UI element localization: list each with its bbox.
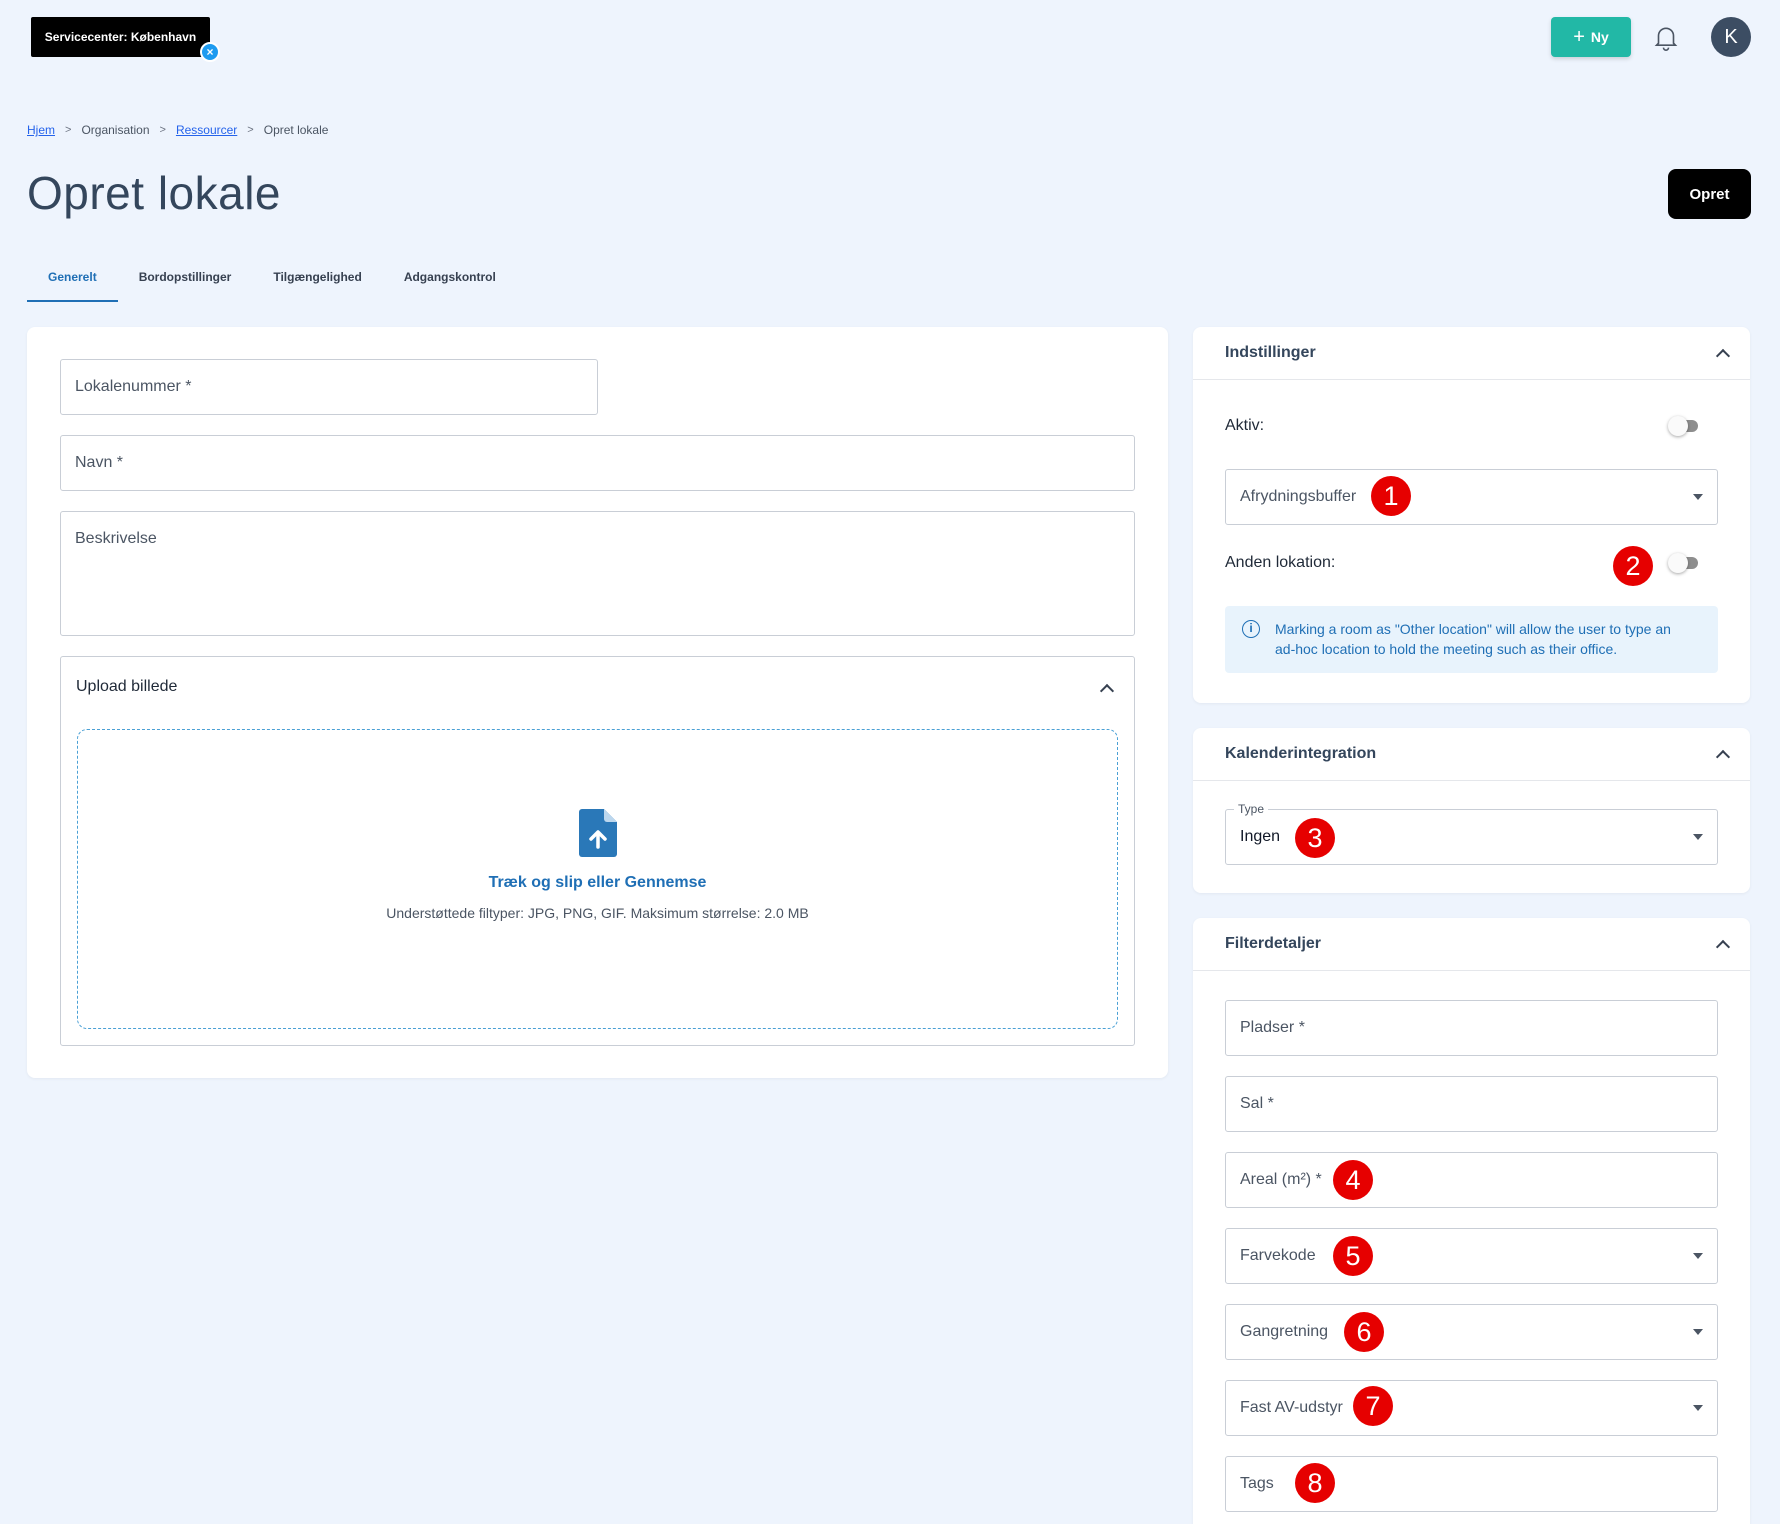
seats-field[interactable]: Pladser * — [1225, 1000, 1718, 1056]
chevron-up-icon[interactable] — [1715, 939, 1731, 955]
tab-bar: Generelt Bordopstillinger Tilgængelighed… — [27, 262, 517, 302]
breadcrumb-home[interactable]: Hjem — [27, 123, 55, 137]
calendar-header[interactable]: Kalenderintegration — [1193, 728, 1750, 781]
marker-badge: 1 — [1371, 476, 1411, 516]
name-field[interactable]: Navn * — [60, 435, 1135, 491]
drop-text[interactable]: Træk og slip eller Gennemse — [27, 874, 1168, 892]
cleanup-buffer-select[interactable]: Afrydningsbuffer — [1225, 469, 1718, 525]
dropdown-arrow-icon — [1693, 1253, 1703, 1259]
marker-badge: 8 — [1295, 1463, 1335, 1503]
info-box: i Marking a room as "Other location" wil… — [1225, 606, 1718, 673]
marker-badge: 7 — [1353, 1386, 1393, 1426]
tab-general[interactable]: Generelt — [27, 262, 118, 302]
upload-title: Upload billede — [76, 678, 178, 695]
create-button[interactable]: Opret — [1668, 169, 1751, 219]
plus-icon: + — [1573, 26, 1585, 48]
breadcrumb: Hjem > Organisation > Ressourcer > Opret… — [27, 123, 328, 137]
info-text: Marking a room as "Other location" will … — [1275, 621, 1671, 657]
new-button-label: Ny — [1590, 29, 1609, 45]
marker-badge: 5 — [1333, 1236, 1373, 1276]
hall-field[interactable]: Sal * — [1225, 1076, 1718, 1132]
breadcrumb-current: Opret lokale — [263, 123, 329, 137]
marker-badge: 2 — [1613, 546, 1653, 586]
new-button[interactable]: + Ny — [1551, 17, 1631, 57]
settings-title: Indstillinger — [1225, 344, 1316, 361]
file-upload-icon — [579, 809, 617, 857]
dropdown-arrow-icon — [1693, 494, 1703, 500]
tab-access-control[interactable]: Adgangskontrol — [383, 262, 517, 302]
dropdown-arrow-icon — [1693, 1405, 1703, 1411]
marker-badge: 3 — [1295, 818, 1335, 858]
drop-subtext: Understøttede filtyper: JPG, PNG, GIF. M… — [386, 905, 809, 921]
chevron-right-icon: > — [247, 124, 254, 136]
close-icon[interactable]: × — [200, 42, 220, 62]
bell-icon[interactable] — [1651, 22, 1681, 52]
chevron-up-icon[interactable] — [1715, 348, 1731, 364]
other-location-label: Anden lokation: — [1225, 554, 1336, 571]
active-label: Aktiv: — [1225, 417, 1265, 434]
marker-badge: 6 — [1344, 1312, 1384, 1352]
filter-title: Filterdetaljer — [1225, 935, 1322, 952]
service-center-chip[interactable]: Servicecenter: København — [31, 17, 210, 57]
walking-direction-select[interactable]: Gangretning — [1225, 1304, 1718, 1360]
color-code-select[interactable]: Farvekode — [1225, 1228, 1718, 1284]
avatar[interactable]: K — [1711, 17, 1751, 57]
info-icon: i — [1242, 620, 1260, 638]
filter-header[interactable]: Filterdetaljer — [1193, 918, 1750, 971]
settings-header[interactable]: Indstillinger — [1193, 327, 1750, 380]
breadcrumb-resources[interactable]: Ressourcer — [176, 123, 237, 137]
dropdown-arrow-icon — [1693, 1329, 1703, 1335]
room-number-field[interactable]: Lokalenummer * — [60, 359, 598, 415]
marker-badge: 4 — [1333, 1160, 1373, 1200]
description-field[interactable]: Beskrivelse — [60, 511, 1135, 636]
tab-table-setups[interactable]: Bordopstillinger — [118, 262, 253, 302]
tab-availability[interactable]: Tilgængelighed — [252, 262, 382, 302]
chevron-right-icon: > — [159, 124, 166, 136]
chevron-right-icon: > — [65, 124, 72, 136]
active-toggle[interactable] — [1668, 416, 1704, 436]
breadcrumb-organisation: Organisation — [81, 123, 150, 137]
calendar-title: Kalenderintegration — [1225, 745, 1377, 762]
chevron-up-icon[interactable] — [1715, 749, 1731, 765]
type-value: Ingen — [1240, 828, 1281, 845]
type-label: Type — [1234, 802, 1269, 816]
page-title: Opret lokale — [27, 167, 282, 219]
dropdown-arrow-icon — [1693, 834, 1703, 840]
area-field[interactable]: Areal (m²) * — [1225, 1152, 1718, 1208]
other-location-toggle[interactable] — [1668, 553, 1704, 573]
av-equipment-select[interactable]: Fast AV-udstyr — [1225, 1380, 1718, 1436]
